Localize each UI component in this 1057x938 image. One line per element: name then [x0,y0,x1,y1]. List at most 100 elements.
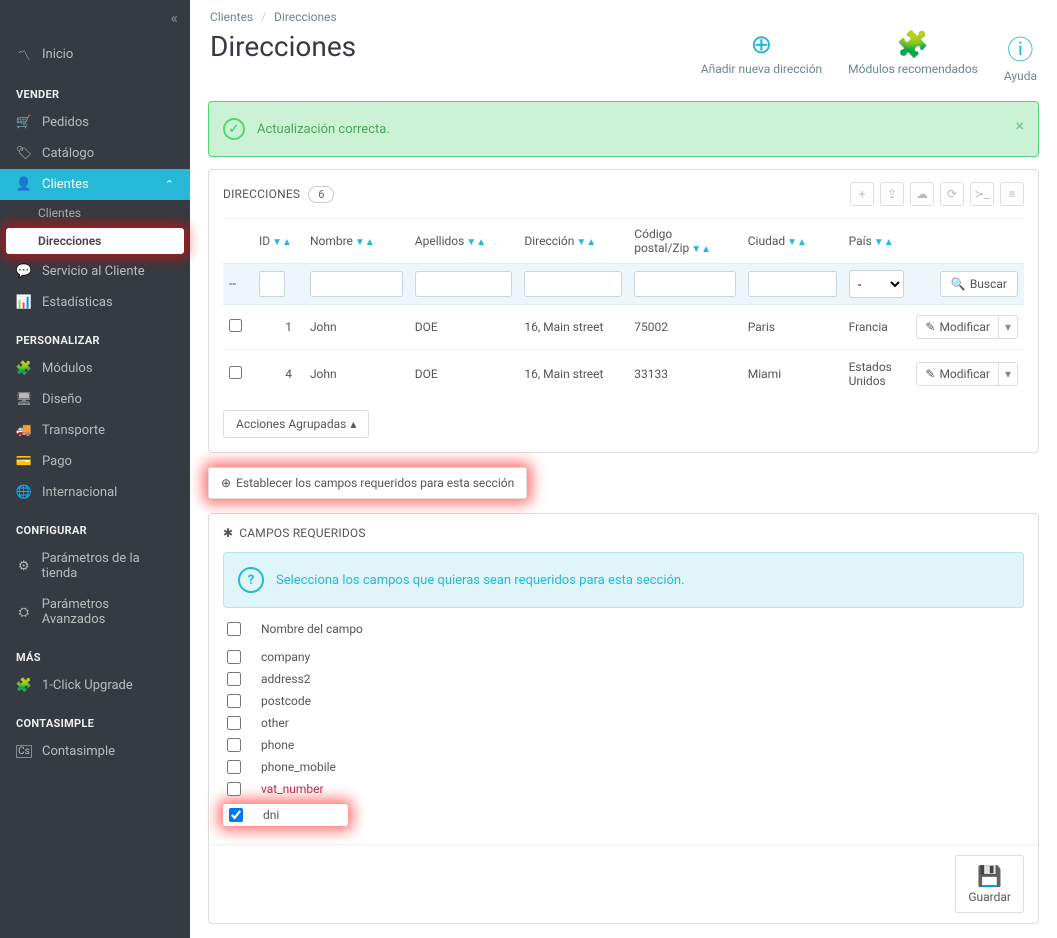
th-country[interactable]: País [849,234,872,248]
th-surname[interactable]: Apellidos [415,234,465,248]
sidebar-payment[interactable]: 💳 Pago [0,446,190,477]
panel-import-icon[interactable]: ☁ [910,182,934,206]
modify-dropdown[interactable]: ▾ [999,362,1018,386]
field-row: vat_number [223,778,1024,800]
sidebar-sub-customers[interactable]: Clientes [0,200,190,226]
asterisk-icon: ✱ [223,526,233,540]
table-row[interactable]: 4JohnDOE16, Main street33133MiamiEstados… [223,350,1024,399]
sidebar-stats[interactable]: 📊 Estadísticas [0,287,190,318]
panel-sql-icon[interactable]: ≻_ [970,182,994,206]
th-city[interactable]: Ciudad [748,234,785,248]
sidebar-modules[interactable]: 🧩 Módulos [0,353,190,384]
field-name: phone [261,738,294,752]
select-all-fields[interactable] [227,622,241,636]
sidebar-upgrade[interactable]: 🧩 1-Click Upgrade [0,670,190,701]
sidebar-shop-params[interactable]: ⚙ Parámetros de la tienda [0,543,190,589]
sidebar-international[interactable]: 🌐 Internacional [0,477,190,508]
filter-id[interactable] [259,271,285,297]
field-row: other [223,712,1024,734]
sidebar-transport[interactable]: 🚚 Transporte [0,415,190,446]
puzzle-chart-icon: 🧩 [897,30,929,60]
filter-address[interactable] [524,271,622,297]
set-required-fields-button[interactable]: ⊕ Establecer los campos requeridos para … [208,467,527,499]
cell-zip: 75002 [628,305,741,350]
filter-zip[interactable] [634,271,735,297]
field-checkbox[interactable] [227,694,241,708]
field-checkbox[interactable] [227,716,241,730]
field-name: vat_number [261,782,324,796]
sidebar-contasimple-label: Contasimple [42,744,115,759]
help-icon: ⓘ [1007,30,1033,67]
sidebar-customers[interactable]: 👤 Clientes ⌃ [0,169,190,200]
truck-icon: 🚚 [16,423,32,438]
panel-db-icon[interactable]: ≡ [1000,182,1024,206]
th-name[interactable]: Nombre [310,234,353,248]
filter-city[interactable] [748,271,837,297]
card-icon: 💳 [16,454,32,469]
sidebar-catalog[interactable]: 🏷 Catálogo [0,138,190,169]
field-row: phone [223,734,1024,756]
filter-surname[interactable] [415,271,513,297]
trend-icon: 〽 [16,45,32,64]
recommended-modules-button[interactable]: 🧩 Módulos recomendados [848,30,978,83]
th-zip[interactable]: Código postal/Zip [634,227,689,255]
row-checkbox[interactable] [229,366,242,379]
sidebar-section-contasimple: CONTASIMPLE [0,701,190,736]
filter-name[interactable] [310,271,403,297]
panel-export-icon[interactable]: ⇪ [880,182,904,206]
sidebar-collapse[interactable]: « [0,8,190,37]
sidebar-section-more: MÁS [0,635,190,670]
set-required-fields-label: Establecer los campos requeridos para es… [236,476,514,490]
main-content: Clientes / Direcciones Direcciones ⊕ Aña… [190,0,1057,938]
field-checkbox[interactable] [227,760,241,774]
sidebar-home[interactable]: 〽 Inicio [0,37,190,72]
pencil-icon: ✎ [925,320,935,334]
add-address-button[interactable]: ⊕ Añadir nueva dirección [701,30,822,83]
modify-button[interactable]: ✎ Modificar [916,315,999,339]
help-button[interactable]: ⓘ Ayuda [1004,30,1037,83]
alert-close[interactable]: × [1015,116,1024,135]
sidebar-contasimple[interactable]: Cs Contasimple [0,736,190,767]
field-checkbox[interactable] [227,672,241,686]
th-id[interactable]: ID [259,234,270,248]
sidebar-design[interactable]: 🖥 Diseño [0,384,190,415]
field-checkbox[interactable] [227,650,241,664]
table-row[interactable]: 1JohnDOE16, Main street75002ParisFrancia… [223,305,1024,350]
sidebar-orders[interactable]: 🛒 Pedidos [0,107,190,138]
sidebar-sub-addresses[interactable]: Direcciones [6,228,184,254]
panel-refresh-icon[interactable]: ⟳ [940,182,964,206]
question-icon: ? [238,567,264,593]
plus-circle-icon: ⊕ [751,30,773,60]
cell-zip: 33133 [628,350,741,399]
sidebar-adv-params[interactable]: ⛭ Parámetros Avanzados [0,589,190,635]
breadcrumb-parent[interactable]: Clientes [210,10,253,24]
panel-add-icon[interactable]: + [850,182,874,206]
field-name: company [261,650,310,664]
sidebar: « 〽 Inicio VENDER 🛒 Pedidos 🏷 Catálogo 👤… [0,0,190,938]
required-panel-title: CAMPOS REQUERIDOS [239,526,365,540]
cell-city: Paris [742,305,843,350]
info-text: Selecciona los campos que quieras sean r… [276,573,685,588]
field-name: address2 [261,672,311,686]
chat-icon: 💬 [16,264,32,279]
row-checkbox[interactable] [229,319,242,332]
field-checkbox[interactable] [227,782,241,796]
filter-dash: -- [229,277,236,292]
save-button[interactable]: 💾 Guardar [955,855,1024,913]
sidebar-service[interactable]: 💬 Servicio al Cliente [0,256,190,287]
field-checkbox[interactable] [227,738,241,752]
th-address[interactable]: Dirección [524,234,574,248]
bulk-actions-button[interactable]: Acciones Agrupadas ▴ [223,410,369,438]
filter-country[interactable]: - [849,270,905,298]
globe-icon: 🌐 [16,485,32,500]
plus-icon: ⊕ [221,476,231,490]
pencil-icon: ✎ [925,367,935,381]
puzzle-icon: 🧩 [16,361,32,376]
sidebar-section-sell: VENDER [0,72,190,107]
field-checkbox[interactable] [229,808,243,822]
search-button[interactable]: 🔍Buscar [940,271,1018,297]
modify-dropdown[interactable]: ▾ [999,315,1018,339]
addresses-table: ID▼▲ Nombre▼▲ Apellidos▼▲ Dirección▼▲ Có… [223,218,1024,398]
sidebar-transport-label: Transporte [42,423,105,438]
modify-button[interactable]: ✎ Modificar [916,362,999,386]
